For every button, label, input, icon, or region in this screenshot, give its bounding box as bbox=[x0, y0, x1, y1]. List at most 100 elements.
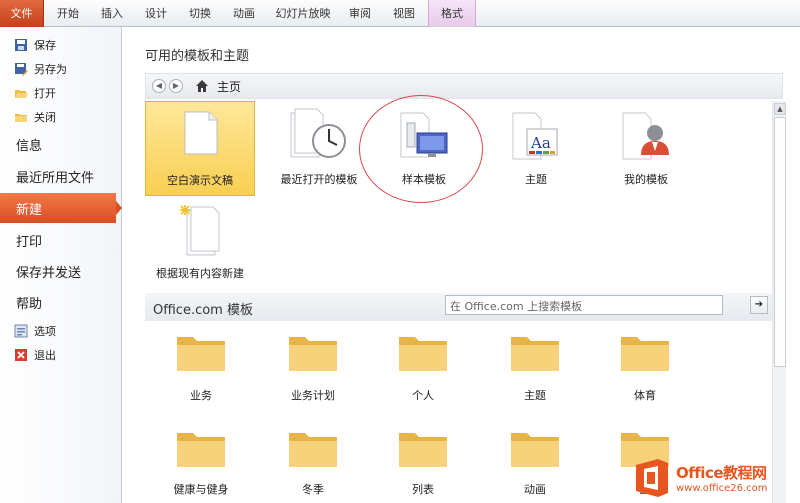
tab-slideshow[interactable]: 幻灯片放映 bbox=[270, 0, 336, 27]
nav-help-label: 帮助 bbox=[16, 296, 43, 312]
folder-winter[interactable]: 冬季 bbox=[287, 427, 339, 496]
folder-business-plan[interactable]: 业务计划 bbox=[287, 331, 339, 402]
tab-format[interactable]: 格式 bbox=[428, 0, 476, 27]
template-new-from-existing[interactable]: 根据现有内容新建 bbox=[145, 199, 255, 285]
nav-save-as-label: 另存为 bbox=[34, 63, 67, 76]
nav-print-label: 打印 bbox=[16, 234, 43, 250]
nav-options[interactable]: 选项 bbox=[0, 319, 122, 343]
open-folder-icon bbox=[15, 90, 28, 98]
folder-label: 主题 bbox=[524, 389, 546, 402]
nav-exit-label: 退出 bbox=[34, 349, 56, 362]
scroll-thumb[interactable] bbox=[774, 117, 786, 367]
folder-icon bbox=[177, 433, 225, 467]
nav-new[interactable]: 新建 bbox=[0, 193, 122, 223]
theme-aa-icon: Aa bbox=[512, 112, 558, 160]
backstage-nav: 保存 另存为 打开 关闭 信息 最近所用文件 新建 打印 保存并发送 帮助 选项… bbox=[0, 27, 122, 503]
watermark: Office教程网 www.office26.com bbox=[632, 452, 800, 503]
folder-label: 健康与健身 bbox=[173, 483, 229, 496]
folder-business[interactable]: 业务 bbox=[175, 331, 227, 402]
office-templates-title: Office.com 模板 bbox=[153, 303, 253, 318]
scroll-up-arrow-icon[interactable]: ▲ bbox=[774, 103, 786, 115]
watermark-brand: Office教程网 bbox=[676, 463, 767, 482]
template-blank-presentation[interactable]: 空白演示文稿 bbox=[145, 101, 255, 196]
exit-icon bbox=[15, 349, 27, 361]
template-label: 主题 bbox=[525, 173, 547, 186]
back-button[interactable]: ◀ bbox=[152, 79, 166, 93]
tab-view[interactable]: 视图 bbox=[384, 0, 424, 27]
tab-transitions[interactable]: 切换 bbox=[180, 0, 220, 27]
vertical-scrollbar[interactable]: ▲ bbox=[772, 101, 786, 503]
tab-home[interactable]: 开始 bbox=[48, 0, 88, 27]
nav-save-label: 保存 bbox=[34, 39, 56, 52]
search-go-button[interactable]: ➔ bbox=[750, 296, 768, 314]
folder-sports[interactable]: 体育 bbox=[619, 331, 671, 402]
nav-info[interactable]: 信息 bbox=[0, 129, 122, 159]
svg-text:Aa: Aa bbox=[530, 134, 551, 152]
folder-label: 动画 bbox=[524, 483, 546, 496]
template-theme[interactable]: Aa 主题 bbox=[481, 101, 591, 196]
ribbon-tab-bar: 文件 开始 插入 设计 切换 动画 幻灯片放映 审阅 视图 格式 bbox=[0, 0, 800, 27]
user-document-icon bbox=[622, 112, 669, 160]
nav-recent-label: 最近所用文件 bbox=[16, 170, 95, 186]
template-search-input[interactable]: 在 Office.com 上搜索模板 bbox=[445, 295, 723, 315]
close-folder-icon bbox=[15, 114, 27, 122]
folder-lists[interactable]: 列表 bbox=[397, 427, 449, 496]
folder-icon bbox=[511, 433, 559, 467]
nav-new-label: 新建 bbox=[16, 202, 43, 218]
watermark-url: www.office26.com bbox=[676, 482, 768, 494]
folder-icon bbox=[399, 433, 447, 467]
save-icon bbox=[15, 39, 27, 51]
nav-save-send[interactable]: 保存并发送 bbox=[0, 256, 122, 286]
folder-label: 列表 bbox=[412, 483, 434, 496]
nav-save-as[interactable]: 另存为 bbox=[0, 57, 122, 81]
tab-insert[interactable]: 插入 bbox=[92, 0, 132, 27]
tab-design[interactable]: 设计 bbox=[136, 0, 176, 27]
nav-close[interactable]: 关闭 bbox=[0, 105, 122, 129]
folder-label: 个人 bbox=[412, 389, 434, 402]
tab-animations[interactable]: 动画 bbox=[224, 0, 264, 27]
breadcrumb-home[interactable]: 主页 bbox=[217, 78, 241, 95]
home-icon[interactable] bbox=[195, 79, 209, 93]
folder-icon bbox=[289, 433, 337, 467]
options-icon bbox=[14, 324, 28, 338]
nav-exit[interactable]: 退出 bbox=[0, 343, 122, 367]
template-label: 空白演示文稿 bbox=[167, 174, 233, 187]
section-title: 可用的模板和主题 bbox=[145, 49, 250, 64]
nav-open-label: 打开 bbox=[34, 87, 56, 100]
new-presentation-panel: 可用的模板和主题 ◀ ▶ 主页 空白演示文稿 最近打开的模板 样本模板 Aa 主… bbox=[123, 27, 800, 503]
nav-close-label: 关闭 bbox=[34, 111, 56, 124]
folder-icon bbox=[511, 337, 559, 371]
folder-icon bbox=[177, 337, 225, 371]
highlight-circle bbox=[359, 95, 483, 203]
template-label: 根据现有内容新建 bbox=[156, 267, 244, 280]
tab-review[interactable]: 审阅 bbox=[340, 0, 380, 27]
nav-info-label: 信息 bbox=[16, 138, 43, 154]
nav-help[interactable]: 帮助 bbox=[0, 287, 122, 317]
nav-print[interactable]: 打印 bbox=[0, 225, 122, 255]
save-as-icon bbox=[15, 63, 28, 76]
folder-label: 业务计划 bbox=[291, 389, 335, 402]
blank-document-icon bbox=[184, 111, 218, 155]
template-my-templates[interactable]: 我的模板 bbox=[591, 101, 701, 196]
nav-open[interactable]: 打开 bbox=[0, 81, 122, 105]
folder-health-fitness[interactable]: 健康与健身 bbox=[174, 427, 229, 496]
nav-options-label: 选项 bbox=[34, 325, 56, 338]
clock-document-icon bbox=[290, 108, 346, 158]
folder-icon bbox=[399, 337, 447, 371]
nav-save-send-label: 保存并发送 bbox=[16, 265, 82, 281]
folder-icon bbox=[621, 337, 669, 371]
nav-recent[interactable]: 最近所用文件 bbox=[0, 161, 122, 191]
folder-personal[interactable]: 个人 bbox=[397, 331, 449, 402]
tab-file[interactable]: 文件 bbox=[0, 0, 44, 27]
template-label: 我的模板 bbox=[624, 173, 668, 186]
template-breadcrumb-bar: ◀ ▶ 主页 bbox=[145, 73, 783, 99]
office-logo-icon bbox=[636, 458, 668, 497]
folder-animation[interactable]: 动画 bbox=[509, 427, 561, 496]
template-label: 最近打开的模板 bbox=[280, 173, 358, 186]
forward-button[interactable]: ▶ bbox=[169, 79, 183, 93]
new-from-existing-icon bbox=[180, 205, 220, 256]
nav-save[interactable]: 保存 bbox=[0, 33, 122, 57]
folder-label: 体育 bbox=[634, 389, 656, 402]
folder-label: 冬季 bbox=[302, 483, 324, 496]
folder-themes[interactable]: 主题 bbox=[509, 331, 561, 402]
